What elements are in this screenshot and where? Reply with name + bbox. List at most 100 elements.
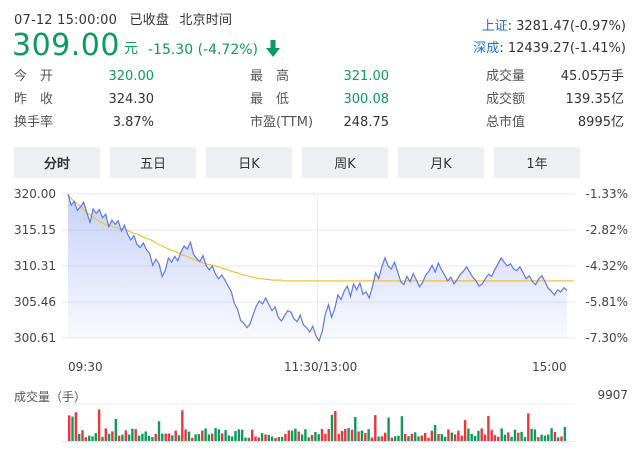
volume-bar — [507, 432, 510, 441]
volume-bar — [477, 430, 480, 441]
volume-bar — [68, 415, 71, 441]
volume-bar — [231, 436, 234, 441]
volume-bar — [364, 433, 367, 441]
volume-bar — [547, 434, 550, 441]
volume-bar — [354, 417, 357, 441]
volume-bar — [141, 434, 144, 441]
volume-bar — [81, 430, 84, 441]
volume-bar — [131, 428, 134, 441]
volume-bar — [447, 429, 450, 441]
volume-bar — [241, 429, 244, 441]
volume-bar — [563, 427, 567, 441]
volume-bar — [460, 435, 463, 441]
volume-bar — [184, 429, 187, 441]
volume-bar — [78, 433, 81, 441]
volume-bar — [201, 430, 204, 441]
volume-bar — [350, 429, 354, 441]
volume-bar — [420, 435, 423, 441]
volume-bar — [280, 436, 284, 441]
volume-bar — [387, 417, 390, 441]
volume-bar — [487, 415, 490, 441]
volume-bar — [211, 433, 214, 441]
volume-bar — [191, 437, 194, 441]
volume-bar — [254, 436, 257, 441]
volume-bar — [91, 436, 94, 441]
volume-bar — [394, 436, 397, 441]
volume-bar — [360, 430, 364, 441]
volume-bar — [334, 411, 337, 441]
intraday-chart[interactable] — [0, 0, 640, 456]
volume-bar — [457, 430, 460, 441]
volume-bar — [510, 436, 513, 441]
volume-bar — [221, 433, 224, 441]
volume-bar — [134, 429, 137, 441]
volume-bar — [197, 434, 201, 441]
volume-bar — [344, 428, 347, 441]
volume-bar — [224, 430, 227, 441]
volume-bar — [101, 436, 104, 441]
volume-bar — [430, 430, 433, 441]
volume-bar — [520, 431, 523, 441]
volume-bar — [490, 430, 493, 441]
volume-bar — [154, 433, 157, 441]
volume-bar — [277, 437, 280, 441]
volume-bar — [157, 421, 161, 441]
volume-bar — [84, 437, 87, 441]
volume-bar — [433, 425, 437, 441]
volume-bar — [264, 434, 267, 441]
volume-bar — [374, 415, 377, 441]
volume-bar — [251, 429, 254, 441]
volume-bar — [357, 431, 360, 441]
volume-bar — [247, 437, 250, 441]
volume-bar — [530, 428, 533, 441]
volume-bar — [294, 428, 297, 441]
volume-bar — [121, 434, 124, 441]
volume-bar — [337, 433, 340, 441]
volume-bar — [227, 435, 231, 441]
volume-bar — [550, 428, 553, 441]
volume-bar — [310, 435, 314, 441]
volume-bar — [330, 414, 334, 441]
volume-bar — [304, 429, 307, 441]
volume-bar — [320, 428, 324, 441]
volume-bar — [327, 429, 330, 441]
volume-bar — [174, 430, 177, 441]
volume-bar — [181, 410, 184, 441]
volume-bar — [71, 416, 74, 441]
volume-bar — [533, 429, 537, 441]
volume-bar — [147, 435, 151, 441]
volume-bar — [414, 432, 417, 441]
volume-bar — [257, 437, 260, 441]
volume-bar — [404, 434, 407, 441]
volume-bar — [540, 434, 543, 441]
volume-bar — [453, 434, 457, 441]
volume-bar — [513, 429, 517, 441]
volume-bar — [390, 437, 394, 441]
volume-bar — [553, 431, 557, 441]
volume-bar — [217, 429, 221, 441]
volume-bar — [557, 437, 560, 441]
volume-bar — [107, 433, 111, 441]
volume-bar — [437, 434, 440, 441]
volume-bar — [260, 433, 264, 441]
volume-bar — [114, 419, 117, 441]
volume-bar — [284, 433, 287, 441]
volume-bar — [94, 433, 97, 441]
volume-bar — [244, 437, 247, 441]
volume-bar — [340, 431, 344, 441]
volume-bar — [204, 428, 207, 441]
volume-bar — [187, 431, 191, 441]
volume-bar — [88, 435, 91, 441]
volume-bar — [177, 435, 181, 441]
volume-bar — [117, 435, 121, 441]
volume-bar — [473, 435, 477, 441]
volume-bar — [560, 436, 563, 441]
volume-bar — [424, 432, 427, 441]
volume-bar — [450, 432, 453, 441]
volume-bar — [287, 430, 290, 441]
volume-bar — [517, 432, 520, 441]
volume-bar — [267, 435, 270, 441]
volume-bar — [470, 433, 473, 441]
volume-bar — [317, 434, 320, 441]
volume-bar — [407, 436, 410, 441]
